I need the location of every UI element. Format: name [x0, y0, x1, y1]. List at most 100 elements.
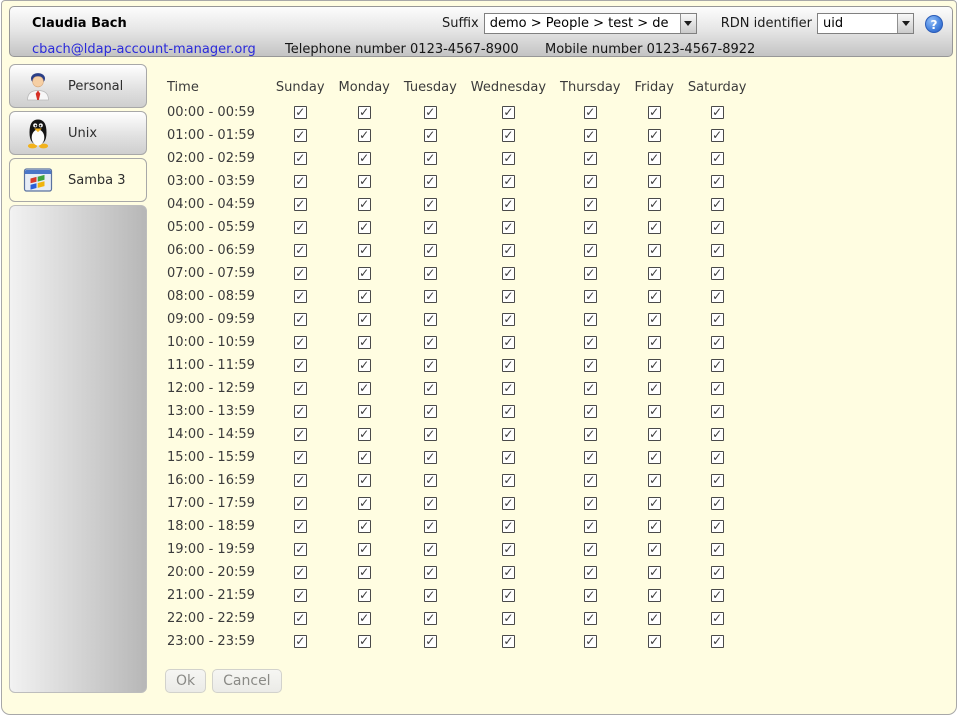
hour-checkbox[interactable]: ✓: [358, 589, 371, 602]
hour-checkbox[interactable]: ✓: [584, 244, 597, 257]
hour-checkbox[interactable]: ✓: [648, 244, 661, 257]
hour-checkbox[interactable]: ✓: [648, 451, 661, 464]
hour-checkbox[interactable]: ✓: [502, 175, 515, 188]
hour-checkbox[interactable]: ✓: [424, 336, 437, 349]
hour-checkbox[interactable]: ✓: [424, 221, 437, 234]
hour-checkbox[interactable]: ✓: [294, 175, 307, 188]
hour-checkbox[interactable]: ✓: [358, 612, 371, 625]
hour-checkbox[interactable]: ✓: [711, 336, 724, 349]
hour-checkbox[interactable]: ✓: [294, 497, 307, 510]
hour-checkbox[interactable]: ✓: [358, 106, 371, 119]
hour-checkbox[interactable]: ✓: [294, 635, 307, 648]
hour-checkbox[interactable]: ✓: [648, 405, 661, 418]
hour-checkbox[interactable]: ✓: [358, 267, 371, 280]
hour-checkbox[interactable]: ✓: [294, 405, 307, 418]
hour-checkbox[interactable]: ✓: [424, 382, 437, 395]
hour-checkbox[interactable]: ✓: [502, 152, 515, 165]
hour-checkbox[interactable]: ✓: [648, 520, 661, 533]
hour-checkbox[interactable]: ✓: [502, 474, 515, 487]
hour-checkbox[interactable]: ✓: [711, 290, 724, 303]
email-link[interactable]: cbach@ldap-account-manager.org: [32, 42, 256, 57]
hour-checkbox[interactable]: ✓: [711, 106, 724, 119]
hour-checkbox[interactable]: ✓: [294, 106, 307, 119]
hour-checkbox[interactable]: ✓: [424, 175, 437, 188]
hour-checkbox[interactable]: ✓: [648, 566, 661, 579]
hour-checkbox[interactable]: ✓: [294, 336, 307, 349]
hour-checkbox[interactable]: ✓: [358, 405, 371, 418]
hour-checkbox[interactable]: ✓: [502, 589, 515, 602]
hour-checkbox[interactable]: ✓: [358, 520, 371, 533]
hour-checkbox[interactable]: ✓: [424, 566, 437, 579]
hour-checkbox[interactable]: ✓: [424, 129, 437, 142]
hour-checkbox[interactable]: ✓: [294, 359, 307, 372]
help-icon[interactable]: ?: [925, 15, 943, 33]
hour-checkbox[interactable]: ✓: [584, 106, 597, 119]
hour-checkbox[interactable]: ✓: [358, 474, 371, 487]
hour-checkbox[interactable]: ✓: [711, 635, 724, 648]
hour-checkbox[interactable]: ✓: [648, 290, 661, 303]
chevron-down-icon[interactable]: [897, 14, 913, 33]
hour-checkbox[interactable]: ✓: [424, 428, 437, 441]
hour-checkbox[interactable]: ✓: [424, 543, 437, 556]
hour-checkbox[interactable]: ✓: [584, 382, 597, 395]
cancel-button[interactable]: Cancel: [212, 669, 281, 693]
hour-checkbox[interactable]: ✓: [358, 290, 371, 303]
chevron-down-icon[interactable]: [680, 14, 696, 33]
hour-checkbox[interactable]: ✓: [711, 405, 724, 418]
hour-checkbox[interactable]: ✓: [294, 543, 307, 556]
hour-checkbox[interactable]: ✓: [584, 175, 597, 188]
hour-checkbox[interactable]: ✓: [648, 313, 661, 326]
hour-checkbox[interactable]: ✓: [424, 267, 437, 280]
hour-checkbox[interactable]: ✓: [424, 497, 437, 510]
hour-checkbox[interactable]: ✓: [424, 359, 437, 372]
hour-checkbox[interactable]: ✓: [584, 129, 597, 142]
hour-checkbox[interactable]: ✓: [502, 612, 515, 625]
hour-checkbox[interactable]: ✓: [584, 612, 597, 625]
hour-checkbox[interactable]: ✓: [584, 152, 597, 165]
hour-checkbox[interactable]: ✓: [711, 175, 724, 188]
hour-checkbox[interactable]: ✓: [711, 428, 724, 441]
hour-checkbox[interactable]: ✓: [424, 313, 437, 326]
hour-checkbox[interactable]: ✓: [358, 359, 371, 372]
hour-checkbox[interactable]: ✓: [648, 129, 661, 142]
hour-checkbox[interactable]: ✓: [502, 198, 515, 211]
hour-checkbox[interactable]: ✓: [502, 313, 515, 326]
hour-checkbox[interactable]: ✓: [358, 313, 371, 326]
hour-checkbox[interactable]: ✓: [584, 313, 597, 326]
hour-checkbox[interactable]: ✓: [294, 428, 307, 441]
hour-checkbox[interactable]: ✓: [358, 244, 371, 257]
hour-checkbox[interactable]: ✓: [502, 520, 515, 533]
hour-checkbox[interactable]: ✓: [711, 198, 724, 211]
hour-checkbox[interactable]: ✓: [358, 451, 371, 464]
hour-checkbox[interactable]: ✓: [358, 497, 371, 510]
hour-checkbox[interactable]: ✓: [358, 198, 371, 211]
ok-button[interactable]: Ok: [165, 669, 206, 693]
hour-checkbox[interactable]: ✓: [502, 129, 515, 142]
hour-checkbox[interactable]: ✓: [711, 313, 724, 326]
hour-checkbox[interactable]: ✓: [584, 520, 597, 533]
hour-checkbox[interactable]: ✓: [424, 290, 437, 303]
hour-checkbox[interactable]: ✓: [711, 221, 724, 234]
hour-checkbox[interactable]: ✓: [502, 359, 515, 372]
hour-checkbox[interactable]: ✓: [711, 474, 724, 487]
hour-checkbox[interactable]: ✓: [358, 129, 371, 142]
hour-checkbox[interactable]: ✓: [358, 152, 371, 165]
tab-samba3[interactable]: Samba 3: [9, 158, 147, 202]
suffix-select[interactable]: demo > People > test > de: [484, 13, 697, 34]
hour-checkbox[interactable]: ✓: [424, 198, 437, 211]
hour-checkbox[interactable]: ✓: [502, 382, 515, 395]
hour-checkbox[interactable]: ✓: [502, 497, 515, 510]
hour-checkbox[interactable]: ✓: [294, 129, 307, 142]
hour-checkbox[interactable]: ✓: [502, 451, 515, 464]
hour-checkbox[interactable]: ✓: [648, 267, 661, 280]
hour-checkbox[interactable]: ✓: [294, 152, 307, 165]
hour-checkbox[interactable]: ✓: [502, 543, 515, 556]
hour-checkbox[interactable]: ✓: [584, 635, 597, 648]
hour-checkbox[interactable]: ✓: [584, 543, 597, 556]
hour-checkbox[interactable]: ✓: [424, 244, 437, 257]
hour-checkbox[interactable]: ✓: [711, 566, 724, 579]
hour-checkbox[interactable]: ✓: [584, 589, 597, 602]
hour-checkbox[interactable]: ✓: [294, 221, 307, 234]
hour-checkbox[interactable]: ✓: [648, 589, 661, 602]
hour-checkbox[interactable]: ✓: [648, 543, 661, 556]
